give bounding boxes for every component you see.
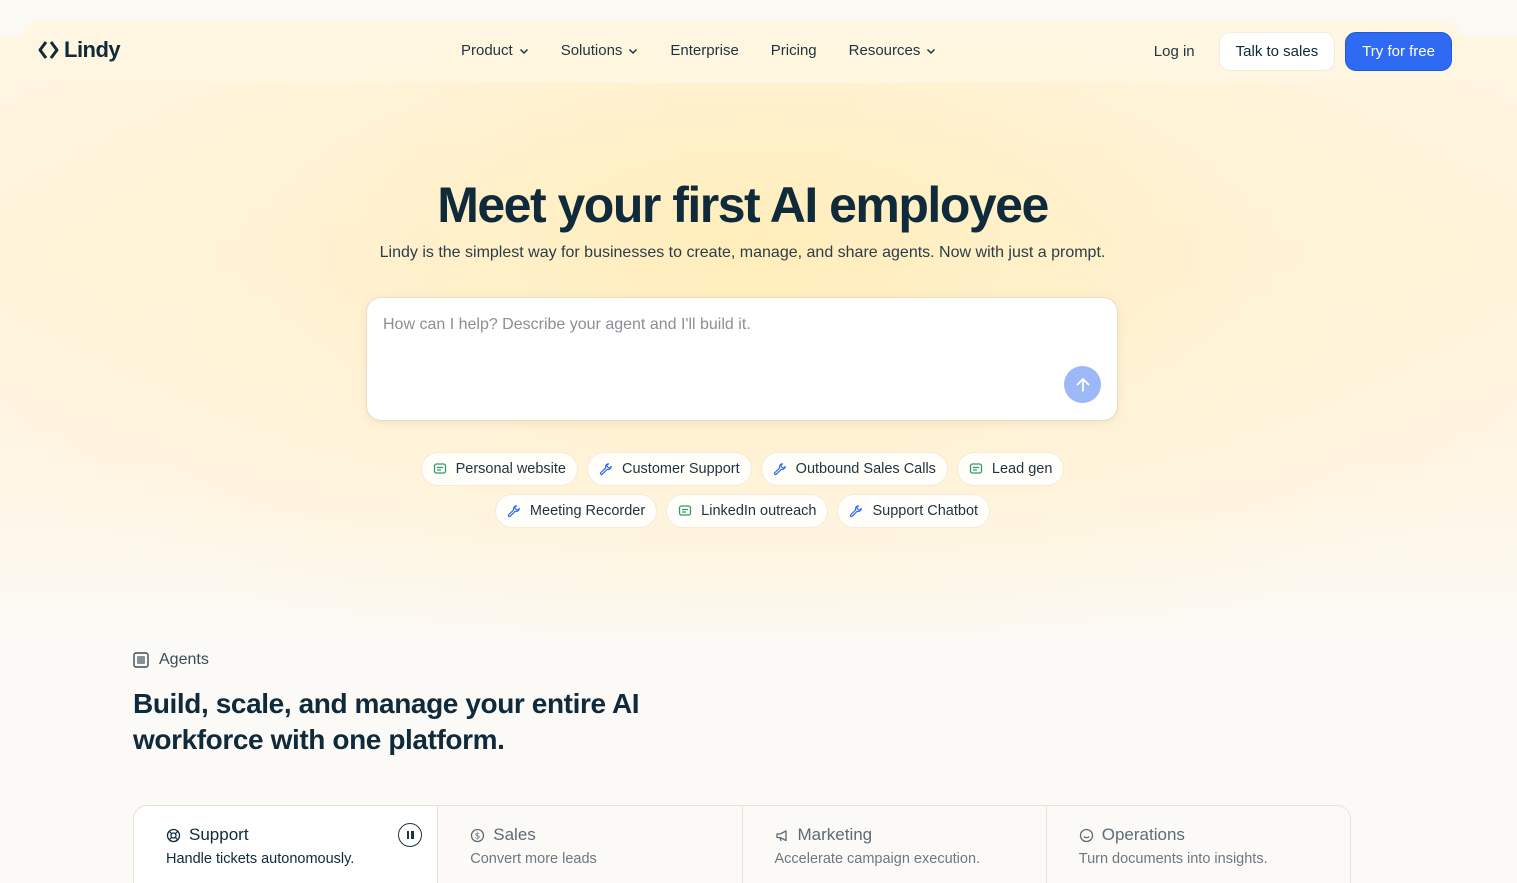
nav-link-label: Product <box>461 42 513 59</box>
chip-label: Meeting Recorder <box>529 503 646 519</box>
wrench-icon <box>599 463 612 476</box>
agent-prompt-input[interactable] <box>383 316 1023 334</box>
section-title: Build, scale, and manage your entire AI … <box>133 688 640 755</box>
pause-icon-bar <box>411 831 414 839</box>
hero-title: Meet your first AI employee <box>437 177 1049 233</box>
nav-link-resources[interactable]: Resources <box>849 42 937 59</box>
chip-linkedin-outreach[interactable]: LinkedIn outreach <box>666 494 829 528</box>
chip-label: Lead gen <box>991 461 1053 477</box>
pause-icon <box>406 831 410 839</box>
smile-icon <box>1079 828 1093 842</box>
chip-label: Customer Support <box>622 461 740 477</box>
chip-label: Support Chatbot <box>872 503 979 519</box>
top-navigation: Lindy Product Solutions Enterprise Prici… <box>22 21 1462 83</box>
login-link[interactable]: Log in <box>1154 43 1195 60</box>
section-tag: Agents <box>133 651 209 669</box>
logo[interactable]: Lindy <box>38 37 121 63</box>
send-button[interactable] <box>1064 366 1101 403</box>
template-chips-row-1: Personal website Customer Support Outbou… <box>0 452 1485 486</box>
wrench-icon <box>773 463 786 476</box>
template-chips-row-2: Meeting Recorder LinkedIn outreach Suppo… <box>0 494 1485 528</box>
lindy-logo-icon <box>38 39 60 61</box>
logo-text: Lindy <box>64 37 121 62</box>
chip-label: Personal website <box>455 461 566 477</box>
tab-label: Operations <box>1101 825 1185 844</box>
talk-to-sales-button[interactable]: Talk to sales <box>1218 32 1336 71</box>
chip-label: Outbound Sales Calls <box>795 461 936 477</box>
tab-operations[interactable]: Operations Turn documents into insights. <box>1047 806 1350 883</box>
nav-link-enterprise[interactable]: Enterprise <box>670 42 738 59</box>
tab-header: Marketing <box>775 825 1046 845</box>
chip-support-chatbot[interactable]: Support Chatbot <box>837 494 991 528</box>
message-icon <box>433 463 446 474</box>
agent-prompt-box <box>367 298 1117 420</box>
svg-text:$: $ <box>475 831 481 841</box>
chip-label: LinkedIn outreach <box>701 503 817 519</box>
wrench-icon <box>850 505 863 518</box>
chip-lead-gen[interactable]: Lead gen <box>956 452 1065 486</box>
tab-description: Turn documents into insights. <box>1078 851 1268 867</box>
chip-meeting-recorder[interactable]: Meeting Recorder <box>494 494 658 528</box>
nav-link-label: Resources <box>848 42 921 59</box>
tab-label: Sales <box>493 825 536 844</box>
hero-subtitle: Lindy is the simplest way for businesses… <box>379 244 1106 261</box>
megaphone-icon <box>775 829 787 841</box>
chip-personal-website[interactable]: Personal website <box>420 452 578 486</box>
chip-outbound-sales-calls[interactable]: Outbound Sales Calls <box>760 452 948 486</box>
message-icon <box>679 505 692 516</box>
nav-links: Product Solutions Enterprise Pricing Res… <box>461 42 968 59</box>
tab-sales[interactable]: $ Sales Convert more leads <box>438 806 743 883</box>
agents-icon <box>133 652 149 668</box>
nav-link-label: Enterprise <box>670 42 739 59</box>
nav-link-product[interactable]: Product <box>461 42 529 59</box>
tab-marketing[interactable]: Marketing Accelerate campaign execution. <box>743 806 1047 883</box>
chip-customer-support[interactable]: Customer Support <box>587 452 752 486</box>
arrow-up-icon <box>1076 377 1089 392</box>
dollar-icon: $ <box>471 828 485 842</box>
message-icon <box>969 463 983 474</box>
tab-description: Handle tickets autonomously. <box>166 851 355 867</box>
try-for-free-button[interactable]: Try for free <box>1345 32 1452 71</box>
tab-header: Operations <box>1079 825 1350 845</box>
tab-description: Accelerate campaign execution. <box>774 851 981 867</box>
tab-header: Support <box>166 825 437 845</box>
wrench-icon <box>507 505 520 518</box>
tab-label: Marketing <box>797 825 873 844</box>
tab-description: Convert more leads <box>470 851 597 867</box>
agent-category-tabs: Support Handle tickets autonomously. $ S… <box>133 805 1351 883</box>
nav-link-solutions[interactable]: Solutions <box>561 42 639 59</box>
nav-link-label: Solutions <box>560 42 623 59</box>
nav-link-label: Pricing <box>770 42 817 59</box>
tab-label: Support <box>189 825 249 844</box>
chevron-down-icon <box>519 48 528 54</box>
nav-actions: Log in Talk to sales Try for free <box>1154 32 1452 71</box>
tab-header: $ Sales <box>470 825 741 845</box>
chevron-down-icon <box>927 48 936 54</box>
tab-support[interactable]: Support Handle tickets autonomously. <box>134 806 439 883</box>
nav-link-pricing[interactable]: Pricing <box>771 42 817 59</box>
chevron-down-icon <box>629 48 638 54</box>
lifebuoy-icon <box>166 828 181 842</box>
section-tag-label: Agents <box>159 651 209 668</box>
